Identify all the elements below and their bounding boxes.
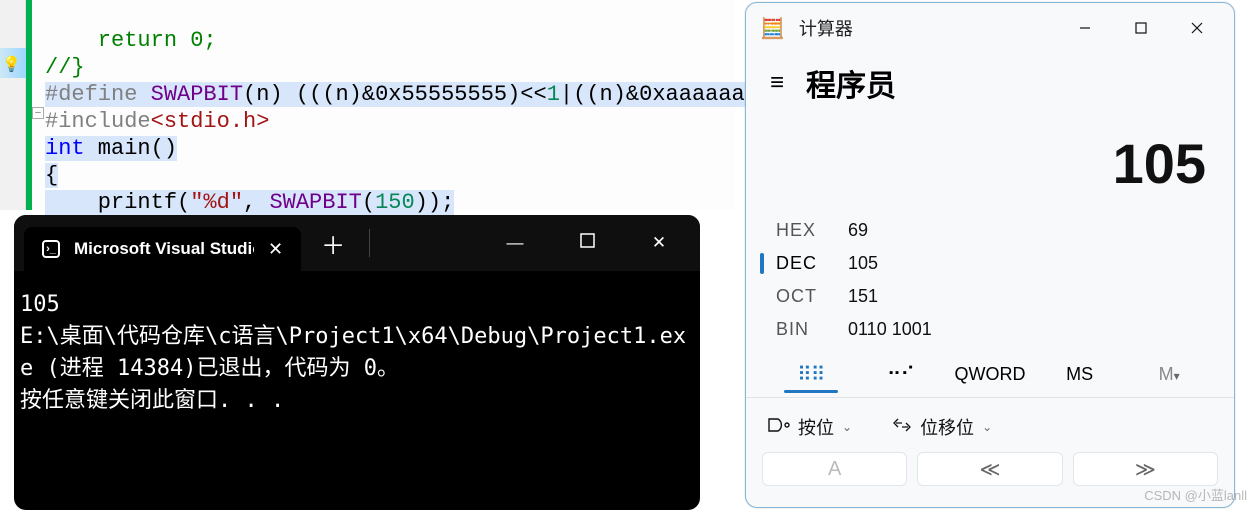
bits-icon: ⠒⠊	[887, 364, 914, 386]
terminal-output[interactable]: 105 E:\桌面\代码仓库\c语言\Project1\x64\Debug\Pr…	[14, 271, 700, 423]
maximize-button[interactable]	[566, 233, 608, 253]
number-bases: HEX 69 DEC 105 OCT 151 BIN 0110 1001	[746, 214, 1234, 358]
close-button[interactable]	[1174, 10, 1220, 46]
tab-close-icon[interactable]: ✕	[268, 239, 283, 260]
shift-icon	[892, 417, 912, 438]
calc-keys-row: A ≪ ≫	[746, 452, 1234, 486]
base-row-oct[interactable]: OCT 151	[776, 280, 1214, 313]
calculator-icon: 🧮	[760, 16, 785, 41]
terminal-tab-title: Microsoft Visual Studio	[74, 239, 254, 259]
keypad-toggle[interactable]: ⠿⠿	[766, 362, 856, 387]
bit-toggle[interactable]: ⠒⠊	[856, 362, 946, 387]
calc-titlebar[interactable]: 🧮 计算器	[746, 3, 1234, 53]
memory-store[interactable]: MS	[1035, 364, 1125, 385]
terminal-app-icon: ›_	[42, 240, 60, 258]
base-label: BIN	[776, 319, 826, 340]
calc-display: 105	[746, 123, 1234, 214]
code-line: //}	[45, 55, 85, 80]
base-value: 151	[848, 286, 878, 307]
lightbulb-icon[interactable]: 💡	[2, 55, 21, 73]
divider	[369, 229, 370, 257]
calc-app-title: 计算器	[799, 15, 853, 41]
bitshift-button[interactable]: 位移位 ⌄	[892, 414, 992, 440]
base-label: DEC	[776, 253, 826, 274]
fold-toggle-icon[interactable]: –	[32, 107, 44, 119]
menu-icon[interactable]: ≡	[770, 69, 784, 97]
code-editor: 💡 – return 0; //} #define SWAPBIT(n) (((…	[0, 0, 735, 210]
base-value: 69	[848, 220, 868, 241]
base-row-hex[interactable]: HEX 69	[776, 214, 1214, 247]
chevron-down-icon: ⌄	[842, 420, 852, 434]
new-tab-button[interactable]: ＋	[321, 226, 345, 261]
base-value: 0110 1001	[848, 319, 932, 340]
base-label: OCT	[776, 286, 826, 307]
base-label: HEX	[776, 220, 826, 241]
chevron-down-icon: ⌄	[982, 420, 992, 434]
terminal-line: 105	[20, 292, 60, 317]
bitwise-button[interactable]: 按位 ⌄	[768, 414, 852, 440]
key-shift-right[interactable]: ≫	[1073, 452, 1218, 486]
nand-icon	[768, 417, 790, 438]
key-shift-left[interactable]: ≪	[917, 452, 1062, 486]
code-content[interactable]: return 0; //} #define SWAPBIT(n) (((n)&0…	[45, 0, 837, 243]
minimize-button[interactable]: —	[494, 233, 536, 253]
word-size-button[interactable]: QWORD	[945, 364, 1035, 385]
code-line: return 0;	[45, 28, 217, 53]
base-value: 105	[848, 253, 878, 274]
terminal-window: ›_ Microsoft Visual Studio ✕ ＋ — ✕ 105 E…	[14, 215, 700, 510]
maximize-button[interactable]	[1118, 10, 1164, 46]
close-button[interactable]: ✕	[638, 233, 680, 253]
minimize-button[interactable]	[1062, 10, 1108, 46]
keypad-icon: ⠿⠿	[797, 364, 824, 386]
base-row-bin[interactable]: BIN 0110 1001	[776, 313, 1214, 346]
calc-sub-toolbar: 按位 ⌄ 位移位 ⌄	[746, 397, 1234, 452]
change-marker	[26, 0, 32, 210]
base-row-dec[interactable]: DEC 105	[776, 247, 1214, 280]
calc-toolbar: ⠿⠿ ⠒⠊ QWORD MS M▾	[746, 358, 1234, 397]
terminal-line: E:\桌面\代码仓库\c语言\Project1\x64\Debug\Projec…	[20, 324, 686, 413]
memory-dropdown[interactable]: M▾	[1124, 364, 1214, 385]
code-gutter	[0, 0, 26, 210]
calc-mode[interactable]: 程序员	[806, 61, 896, 105]
key-a[interactable]: A	[762, 452, 907, 486]
calculator-window: 🧮 计算器 ≡ 程序员 105 HEX 69 DEC 105 OCT 151 B…	[745, 2, 1235, 508]
terminal-titlebar[interactable]: ›_ Microsoft Visual Studio ✕ ＋ — ✕	[14, 215, 700, 271]
chevron-down-icon: ▾	[1174, 369, 1180, 383]
terminal-tab[interactable]: ›_ Microsoft Visual Studio ✕	[24, 227, 301, 271]
